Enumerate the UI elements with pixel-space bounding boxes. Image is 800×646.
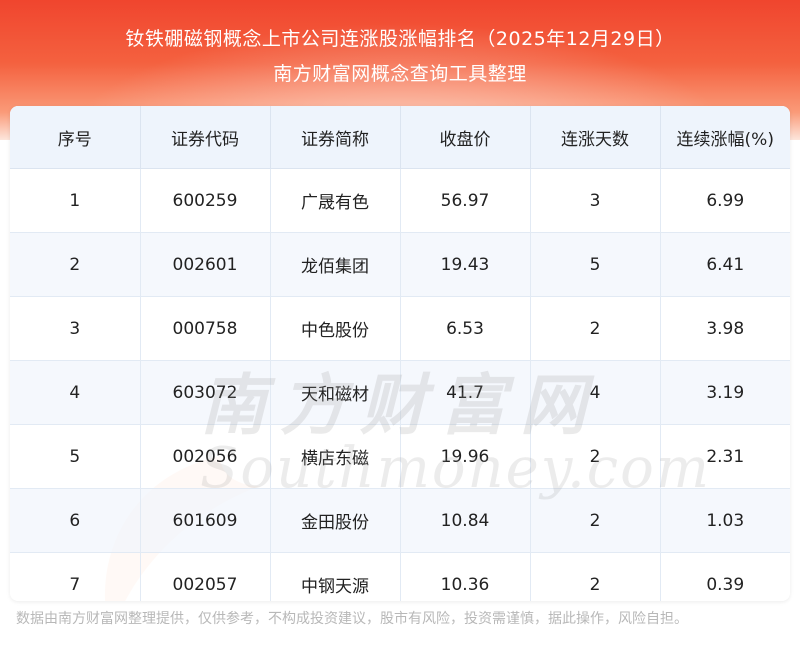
ranking-table: 序号 证券代码 证券简称 收盘价 连涨天数 连续涨幅(%) 1 600259 广… [10,106,790,601]
stock-name-cell: 龙佰集团 [270,232,401,297]
rise-days-cell: 5 [530,232,661,297]
rise-pct-cell: 3.98 [660,296,790,361]
table-row: 7 002057 中钢天源 10.36 2 0.39 [10,552,790,601]
rise-days-cell: 4 [530,360,661,425]
footer-disclaimer: 数据由南方财富网整理提供，仅供参考，不构成投资建议，股市有风险，投资需谨慎，据此… [16,611,688,627]
stock-name-cell: 中钢天源 [270,552,401,601]
stock-name-cell: 横店东磁 [270,424,401,489]
rise-pct-cell: 1.03 [660,488,790,553]
column-header: 序号 [10,106,141,169]
table-row: 4 603072 天和磁材 41.7 4 3.19 [10,360,790,425]
rise-pct-cell: 6.99 [660,168,790,233]
page-subtitle: 南方财富网概念查询工具整理 [273,63,527,85]
table-row: 1 600259 广晟有色 56.97 3 6.99 [10,168,790,233]
stock-code-cell: 603072 [140,360,271,425]
rise-pct-cell: 2.31 [660,424,790,489]
stock-name-cell: 金田股份 [270,488,401,553]
stock-name-cell: 广晟有色 [270,168,401,233]
table-row: 6 601609 金田股份 10.84 2 1.03 [10,488,790,553]
table-row: 5 002056 横店东磁 19.96 2 2.31 [10,424,790,489]
rank-cell: 7 [10,552,141,601]
stock-code-cell: 002056 [140,424,271,489]
table-row: 3 000758 中色股份 6.53 2 3.98 [10,296,790,361]
rise-pct-cell: 3.19 [660,360,790,425]
rank-cell: 5 [10,424,141,489]
rise-pct-cell: 0.39 [660,552,790,601]
rise-days-cell: 2 [530,488,661,553]
rise-days-cell: 3 [530,168,661,233]
close-price-cell: 19.96 [400,424,531,489]
ranking-table-card: 序号 证券代码 证券简称 收盘价 连涨天数 连续涨幅(%) 1 600259 广… [10,106,790,601]
close-price-cell: 10.36 [400,552,531,601]
column-header: 证券简称 [270,106,401,169]
stock-code-cell: 600259 [140,168,271,233]
close-price-cell: 56.97 [400,168,531,233]
rank-cell: 2 [10,232,141,297]
stock-name-cell: 天和磁材 [270,360,401,425]
rise-days-cell: 2 [530,424,661,489]
column-header: 收盘价 [400,106,531,169]
rise-days-cell: 2 [530,552,661,601]
close-price-cell: 19.43 [400,232,531,297]
column-header: 连涨天数 [530,106,661,169]
rise-pct-cell: 6.41 [660,232,790,297]
close-price-cell: 6.53 [400,296,531,361]
stock-code-cell: 002601 [140,232,271,297]
rise-days-cell: 2 [530,296,661,361]
stock-name-cell: 中色股份 [270,296,401,361]
rank-cell: 4 [10,360,141,425]
close-price-cell: 10.84 [400,488,531,553]
stock-code-cell: 601609 [140,488,271,553]
rank-cell: 1 [10,168,141,233]
column-header: 连续涨幅(%) [660,106,790,169]
page-title: 钕铁硼磁钢概念上市公司连涨股涨幅排名（2025年12月29日） [125,28,675,50]
table-row: 2 002601 龙佰集团 19.43 5 6.41 [10,232,790,297]
rank-cell: 6 [10,488,141,553]
rank-cell: 3 [10,296,141,361]
column-header: 证券代码 [140,106,271,169]
stock-code-cell: 000758 [140,296,271,361]
stock-code-cell: 002057 [140,552,271,601]
table-header-row: 序号 证券代码 证券简称 收盘价 连涨天数 连续涨幅(%) [10,106,790,169]
close-price-cell: 41.7 [400,360,531,425]
